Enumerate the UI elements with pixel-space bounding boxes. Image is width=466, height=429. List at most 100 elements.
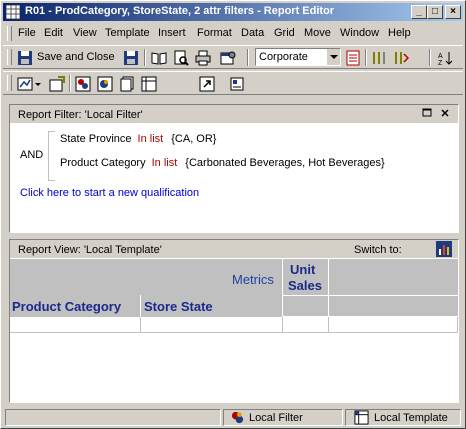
local-filter-icon	[231, 411, 244, 424]
report-grid: Metrics Unit Sales Product Category Stor…	[10, 259, 458, 402]
grid-divider	[140, 295, 141, 317]
svg-text:Z: Z	[438, 60, 443, 66]
drill-arrow-icon[interactable]	[199, 76, 215, 92]
product-category-header[interactable]: Product Category	[12, 299, 121, 314]
menu-file[interactable]: File	[18, 27, 36, 39]
toolbar-separator	[144, 49, 146, 66]
report-filter-title: Report Filter: 'Local Filter'	[18, 109, 143, 121]
status-pane-empty	[5, 409, 221, 426]
menu-edit[interactable]: Edit	[44, 27, 63, 39]
toolbar-grip	[7, 49, 12, 65]
menu-help[interactable]: Help	[388, 27, 411, 39]
view-template-icon[interactable]	[141, 76, 157, 92]
store-state-header[interactable]: Store State	[144, 299, 213, 314]
status-local-filter[interactable]: Local Filter	[223, 409, 343, 426]
filter-condition[interactable]: Product Category In list {Carbonated Bever…	[60, 157, 385, 169]
minimize-button[interactable]: _	[411, 5, 427, 19]
toolbar-separator	[69, 75, 71, 92]
panel-close-icon[interactable]	[440, 108, 450, 118]
filter-editor-icon[interactable]	[75, 76, 91, 92]
properties-icon[interactable]	[220, 50, 236, 66]
chevron-down-icon[interactable]	[326, 49, 340, 65]
print-preview-icon[interactable]	[173, 50, 189, 66]
toolbar-grip	[7, 75, 12, 91]
grid-style-value: Corporate	[259, 51, 308, 63]
grid-app-icon	[6, 5, 20, 19]
toolbar-view	[3, 71, 463, 95]
filter-attribute: State Province	[60, 133, 132, 145]
open-book-icon[interactable]	[151, 50, 167, 66]
menu-grip	[7, 26, 12, 41]
save-and-close-label: Save and Close	[37, 51, 115, 63]
menu-insert[interactable]: Insert	[158, 27, 186, 39]
view-filter-icon[interactable]	[97, 76, 113, 92]
window-title: R01 - ProdCategory, StoreState, 2 attr f…	[25, 5, 335, 17]
report-view-title: Report View: 'Local Template'	[18, 244, 162, 256]
menu-template[interactable]: Template	[105, 27, 150, 39]
metrics-header[interactable]: Metrics	[232, 272, 274, 287]
maximize-button[interactable]: □	[427, 5, 443, 19]
report-editor-window: R01 - ProdCategory, StoreState, 2 attr f…	[0, 0, 466, 429]
menu-format[interactable]: Format	[197, 27, 232, 39]
status-bar: Local Filter Local Template	[3, 408, 463, 428]
filter-operator: In list	[151, 157, 178, 169]
local-filter-label: Local Filter	[249, 412, 303, 424]
menu-data[interactable]: Data	[241, 27, 264, 39]
report-view-header: Report View: 'Local Template' Switch to:	[10, 240, 458, 258]
local-template-label: Local Template	[374, 412, 448, 424]
svg-text:A: A	[438, 53, 443, 60]
title-bar: R01 - ProdCategory, StoreState, 2 attr f…	[3, 3, 463, 21]
grid-style-combo[interactable]: Corporate	[255, 48, 341, 66]
grid-metric-subheader	[283, 296, 458, 316]
grid-cell[interactable]	[329, 317, 458, 333]
subtotals-icon[interactable]	[371, 50, 387, 66]
object-browser-icon[interactable]	[229, 76, 245, 92]
switch-to-graph-icon[interactable]	[436, 241, 452, 257]
grid-divider	[328, 259, 329, 295]
switch-to-label: Switch to:	[354, 244, 402, 256]
toolbar-separator	[429, 49, 431, 66]
toolbar-separator	[247, 49, 249, 66]
unit-sales-line1: Unit	[290, 262, 316, 277]
menu-bar: File Edit View Template Insert Format Da…	[3, 24, 463, 43]
grid-cell[interactable]	[283, 317, 329, 333]
filter-logical-operator[interactable]: AND	[20, 149, 43, 161]
filter-operator: In list	[137, 133, 164, 145]
new-qualification-link[interactable]: Click here to start a new qualification	[20, 187, 199, 199]
chevron-down-icon[interactable]	[34, 76, 42, 92]
grid-divider	[282, 259, 283, 317]
sort-ascending-icon[interactable]: A Z	[437, 50, 453, 66]
grid-divider	[283, 295, 458, 296]
report-filter-header: Report Filter: 'Local Filter'	[10, 105, 458, 123]
toolbar-separator	[365, 49, 367, 66]
local-template-icon	[354, 410, 369, 425]
filter-attribute: Product Category	[60, 157, 146, 169]
filter-values: {Carbonated Beverages, Hot Beverages}	[185, 157, 385, 169]
unit-sales-line2: Sales	[288, 278, 322, 293]
grid-cell[interactable]	[141, 317, 283, 333]
menu-view[interactable]: View	[73, 27, 97, 39]
unit-sales-header[interactable]: Unit Sales	[288, 262, 322, 294]
report-view-panel: Report View: 'Local Template' Switch to:…	[9, 239, 459, 403]
menu-move[interactable]: Move	[304, 27, 331, 39]
filter-condition[interactable]: State Province In list {CA, OR}	[60, 133, 216, 145]
pivot-icon[interactable]	[393, 50, 409, 66]
grid-divider	[328, 296, 329, 317]
menu-grid[interactable]: Grid	[274, 27, 295, 39]
table-row	[10, 317, 458, 333]
save-icon[interactable]	[123, 50, 139, 66]
sql-view-icon[interactable]	[49, 76, 65, 92]
design-view-icon[interactable]	[17, 76, 33, 92]
menu-window[interactable]: Window	[340, 27, 379, 39]
floppy-disk-icon	[18, 51, 32, 65]
status-local-template[interactable]: Local Template	[345, 409, 461, 426]
panel-minimize-icon[interactable]	[422, 108, 432, 118]
close-button[interactable]: ×	[445, 5, 461, 19]
format-grid-icon[interactable]	[345, 50, 361, 66]
printer-icon[interactable]	[195, 50, 211, 66]
filter-group-bracket	[48, 131, 55, 181]
grid-cell[interactable]	[10, 317, 141, 333]
toolbar-standard: Save and Close Corporate A Z	[3, 45, 463, 69]
page-by-icon[interactable]	[119, 76, 135, 92]
filter-values: {CA, OR}	[171, 133, 217, 145]
